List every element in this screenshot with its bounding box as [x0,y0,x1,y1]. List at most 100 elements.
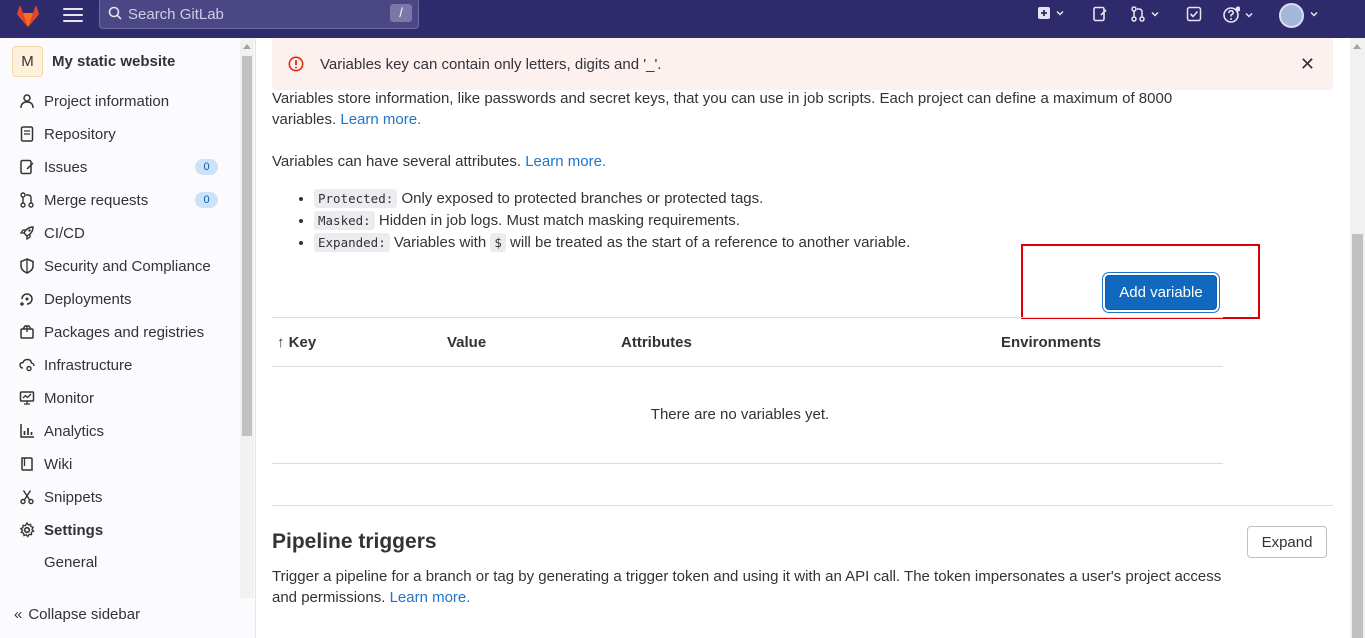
sidebar-item-label: Monitor [44,389,95,407]
chevron-down-icon [1151,11,1159,17]
sidebar-item-monitor[interactable]: Monitor [18,386,218,410]
list-item: Protected: Only exposed to protected bra… [314,188,910,210]
column-header-key[interactable]: ↑ Key [277,334,316,351]
sidebar-item-merge-requests[interactable]: Merge requests 0 [18,188,218,212]
empty-state-text: There are no variables yet. [650,406,830,423]
user-avatar[interactable] [1279,3,1304,28]
sidebar-item-label: Issues [44,158,88,176]
sidebar-item-label: Snippets [44,488,103,506]
add-variable-button[interactable]: Add variable [1105,275,1217,310]
package-icon [18,323,36,341]
column-header-value: Value [447,334,487,351]
top-navbar: Search GitLab / [0,0,1365,38]
sidebar-item-label: Merge requests [44,191,149,209]
attributes-learn-more-link[interactable]: Learn more. [525,153,606,170]
collapse-sidebar-label: Collapse sidebar [28,606,141,623]
attributes-description-text: Variables can have several attributes. [272,153,522,170]
shield-icon [18,257,36,275]
merge-requests-dropdown[interactable] [1130,6,1160,22]
pipeline-triggers-description: Trigger a pipeline for a branch or tag b… [272,566,1272,608]
project-header[interactable]: M My static website [12,46,175,77]
chevron-down-icon [1056,10,1064,16]
project-avatar: M [12,46,43,77]
issues-icon [1093,6,1107,22]
search-placeholder: Search GitLab [128,6,224,23]
sort-arrow-up-icon: ↑ [277,334,285,351]
project-name: My static website [52,53,176,70]
attributes-description: Variables can have several attributes. L… [272,151,606,172]
user-menu-chevron[interactable] [1309,9,1319,19]
sidebar-item-security-and-compliance[interactable]: Security and Compliance [18,254,218,278]
double-chevron-left-icon: « [14,606,23,623]
sidebar-item-analytics[interactable]: Analytics [18,419,218,443]
create-new-dropdown[interactable] [1037,6,1065,20]
sidebar-subitem-general[interactable]: General [44,554,97,571]
column-header-attributes: Attributes [621,334,692,351]
snippet-icon [18,488,36,506]
collapse-sidebar-button[interactable]: « Collapse sidebar [14,606,140,623]
expand-button[interactable]: Expand [1247,526,1327,558]
page-scrollbar[interactable] [1350,38,1365,638]
chevron-down-icon [1310,11,1318,17]
monitor-icon [18,389,36,407]
code-masked: Masked: [314,211,375,230]
scroll-up-arrow-icon[interactable] [243,44,251,49]
analytics-icon [18,422,36,440]
sidebar-item-issues[interactable]: Issues 0 [18,155,218,179]
sidebar-scrollbar-thumb[interactable] [242,56,252,436]
merge-request-icon [1131,6,1145,22]
sidebar-item-label: Infrastructure [44,356,133,374]
sidebar-item-label: CI/CD [44,224,85,242]
sidebar-item-snippets[interactable]: Snippets [18,485,218,509]
sidebar-item-deployments[interactable]: Deployments [18,287,218,311]
learn-more-link[interactable]: Learn more. [340,111,421,128]
sidebar-item-settings[interactable]: Settings [18,518,218,542]
section-divider [272,505,1333,506]
gitlab-logo-icon[interactable] [14,2,42,30]
code-protected: Protected: [314,189,398,208]
todos-nav-button[interactable] [1186,6,1202,22]
sidebar-item-label: Analytics [44,422,105,440]
attribute-text: Variables with [393,234,487,251]
search-shortcut-key: / [390,4,412,22]
sidebar-item-infrastructure[interactable]: Infrastructure [18,353,218,377]
menu-icon[interactable] [63,8,83,24]
sidebar-item-label: Project information [44,92,170,110]
chevron-down-icon [1245,12,1253,18]
merge-requests-count-badge: 0 [195,192,218,208]
list-item: Masked: Hidden in job logs. Must match m… [314,210,910,232]
variables-description-text: Variables store information, like passwo… [272,90,1173,107]
sidebar-item-label: Packages and registries [44,323,205,341]
help-dropdown[interactable] [1222,6,1254,24]
page-scrollbar-thumb[interactable] [1352,234,1363,638]
scroll-up-arrow-icon[interactable] [1353,44,1361,49]
table-divider [272,463,1223,464]
sidebar-item-project-information[interactable]: Project information [18,89,218,113]
sidebar-item-label: Deployments [44,290,132,308]
sidebar-item-wiki[interactable]: Wiki [18,452,218,476]
column-header-label: Key [288,334,317,351]
gear-icon [18,521,36,539]
sidebar-item-ci-cd[interactable]: CI/CD [18,221,218,245]
sidebar-item-label: Wiki [44,455,73,473]
issues-nav-button[interactable] [1092,6,1108,22]
pipeline-triggers-learn-more-link[interactable]: Learn more. [390,589,471,606]
attribute-text: Hidden in job logs. Must match masking r… [378,212,740,229]
error-icon [288,56,304,72]
search-input[interactable]: Search GitLab / [99,0,419,29]
sidebar-item-packages-and-registries[interactable]: Packages and registries [18,320,218,344]
sidebar-item-repository[interactable]: Repository [18,122,218,146]
plus-square-icon [1038,7,1050,19]
close-icon[interactable]: ✕ [1300,54,1315,75]
variables-description: Variables store information, like passwo… [272,88,1272,130]
code-dollar: $ [490,233,506,252]
attribute-text: will be treated as the start of a refere… [510,234,911,251]
search-icon [108,6,122,20]
cloud-gear-icon [18,356,36,374]
alert-message: Variables key can contain only letters, … [320,56,662,73]
merge-request-icon [18,191,36,209]
rocket-icon [18,224,36,242]
project-info-icon [18,92,36,110]
issues-count-badge: 0 [195,159,218,175]
sidebar-item-label: Settings [44,521,104,539]
